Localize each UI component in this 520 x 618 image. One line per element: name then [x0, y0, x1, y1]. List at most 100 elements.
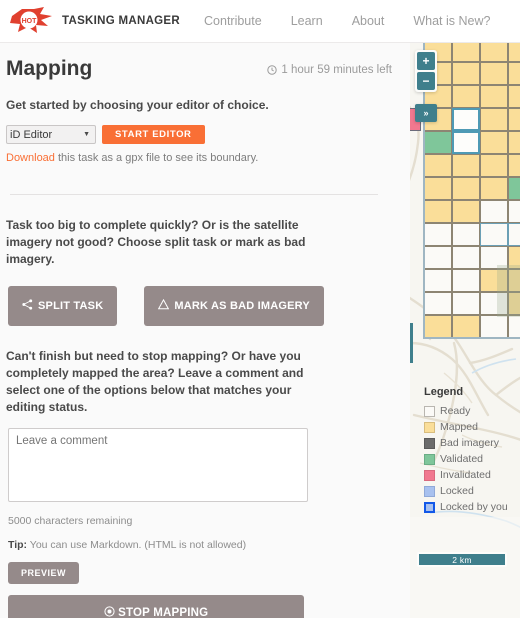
task-cell-validated[interactable] — [508, 177, 520, 200]
task-cell[interactable] — [452, 154, 480, 177]
legend-label-validated: Validated — [440, 453, 484, 465]
tip-label: Tip: — [8, 539, 28, 552]
task-cell[interactable] — [508, 246, 520, 269]
legend-swatch-locked-by-you — [424, 501, 435, 513]
task-cell-ready[interactable] — [508, 200, 520, 223]
task-cell[interactable] — [424, 200, 452, 223]
time-remaining: 1 hour 59 minutes left — [267, 64, 394, 76]
task-cell[interactable] — [508, 108, 520, 131]
preview-button[interactable]: PREVIEW — [8, 562, 80, 585]
legend-item-invalidated: Invalidated — [424, 469, 520, 481]
task-cell-ready[interactable] — [424, 223, 452, 246]
stop-circle-icon — [104, 606, 118, 618]
task-cell-ready[interactable] — [452, 223, 480, 246]
editor-select[interactable]: iD Editor ▼ — [6, 125, 96, 145]
editor-select-value: iD Editor — [10, 128, 53, 141]
map-legend: Legend Ready Mapped Bad imagery Validate… — [424, 386, 520, 517]
task-cell-ready[interactable] — [508, 223, 520, 246]
task-cell-ready[interactable] — [452, 292, 480, 315]
brand-title: TASKING MANAGER — [62, 15, 181, 27]
task-cell[interactable] — [508, 269, 520, 292]
download-gpx-link[interactable]: Download — [6, 152, 55, 164]
task-cell-ready[interactable] — [480, 292, 508, 315]
task-cell[interactable] — [452, 177, 480, 200]
app-root: HOT TASKING MANAGER Contribute Learn Abo… — [0, 0, 520, 618]
nav-link-about[interactable]: About — [352, 14, 385, 28]
task-cell[interactable] — [452, 62, 480, 85]
task-cell[interactable] — [480, 269, 508, 292]
task-cell[interactable] — [452, 85, 480, 108]
nav-link-learn[interactable]: Learn — [291, 14, 323, 28]
task-cell[interactable] — [480, 43, 508, 62]
task-cell[interactable] — [424, 154, 452, 177]
download-gpx-text: this task as a gpx file to see its bound… — [54, 152, 259, 165]
map-scale-bar: 2 km — [417, 552, 507, 567]
legend-label-locked: Locked — [440, 485, 474, 497]
task-cell[interactable] — [508, 62, 520, 85]
map-sidebar-toggle-button[interactable]: » — [415, 104, 437, 122]
task-cell-locked[interactable] — [452, 108, 480, 131]
legend-title: Legend — [424, 386, 464, 398]
legend-swatch-mapped — [424, 421, 435, 433]
task-cell[interactable] — [480, 131, 508, 154]
task-cell[interactable] — [480, 108, 508, 131]
split-section-text: Task too big to complete quickly? Or is … — [6, 218, 306, 267]
zoom-out-button[interactable]: − — [417, 72, 435, 90]
task-cell-ready[interactable] — [424, 292, 452, 315]
stop-mapping-label: STOP MAPPING — [118, 607, 209, 618]
task-cell-ready[interactable] — [480, 200, 508, 223]
task-map[interactable]: + − » Legend Ready Mapped Bad imagery Va… — [410, 43, 520, 618]
task-cell-ready[interactable] — [508, 315, 520, 338]
logo-home-link[interactable]: HOT TASKING MANAGER — [10, 6, 180, 36]
task-cell-ready[interactable] — [480, 315, 508, 338]
title-row: Mapping 1 hour 59 minutes left — [6, 57, 394, 80]
zoom-in-button[interactable]: + — [417, 52, 435, 70]
task-cell[interactable] — [452, 315, 480, 338]
task-cell[interactable] — [480, 62, 508, 85]
task-cell[interactable] — [452, 200, 480, 223]
task-cell[interactable] — [480, 85, 508, 108]
stop-mapping-button[interactable]: STOP MAPPING — [8, 595, 304, 618]
nav-link-what-is-new[interactable]: What is New? — [413, 14, 490, 28]
mark-bad-imagery-label: MARK AS BAD IMAGERY — [174, 300, 310, 313]
comment-input[interactable] — [8, 428, 308, 503]
task-cell[interactable] — [508, 43, 520, 62]
task-cell[interactable] — [508, 154, 520, 177]
legend-item-validated: Validated — [424, 453, 520, 465]
task-cell[interactable] — [508, 292, 520, 315]
task-cell[interactable] — [424, 177, 452, 200]
task-cell-locked[interactable] — [452, 131, 480, 154]
task-cell-ready[interactable] — [424, 269, 452, 292]
comment-section-text: Can't finish but need to stop mapping? O… — [6, 349, 304, 415]
nav-link-contribute[interactable]: Contribute — [204, 14, 262, 28]
task-cell-ready[interactable] — [424, 246, 452, 269]
split-task-button[interactable]: SPLIT TASK — [8, 286, 118, 327]
task-cell[interactable] — [452, 43, 480, 62]
task-cell-ready[interactable] — [480, 223, 508, 246]
editor-choice-subhead: Get started by choosing your editor of c… — [6, 98, 269, 113]
characters-remaining-label: 5000 characters remaining — [8, 515, 133, 528]
mark-bad-imagery-button[interactable]: MARK AS BAD IMAGERY — [144, 286, 324, 327]
task-cell[interactable] — [480, 154, 508, 177]
legend-label-ready: Ready — [440, 405, 471, 417]
task-cell[interactable] — [424, 315, 452, 338]
task-cell-validated[interactable] — [424, 131, 452, 154]
top-navigation-bar: HOT TASKING MANAGER Contribute Learn Abo… — [0, 0, 520, 43]
legend-label-mapped: Mapped — [440, 421, 478, 433]
legend-item-locked: Locked — [424, 485, 520, 497]
task-cell-ready[interactable] — [480, 246, 508, 269]
legend-label-invalidated: Invalidated — [440, 469, 491, 481]
legend-label-locked-by-you: Locked by you — [440, 501, 508, 513]
mapping-task-panel: Mapping 1 hour 59 minutes left Get start… — [0, 43, 410, 618]
clock-icon — [267, 65, 278, 75]
tip-text: You can use Markdown. (HTML is not allow… — [27, 539, 247, 552]
time-remaining-label: 1 hour 59 minutes left — [281, 64, 392, 76]
task-cell[interactable] — [508, 131, 520, 154]
task-cell-ready[interactable] — [452, 246, 480, 269]
task-cell[interactable] — [508, 85, 520, 108]
task-cell[interactable] — [480, 177, 508, 200]
task-cell-ready[interactable] — [452, 269, 480, 292]
start-editor-button[interactable]: START EDITOR — [102, 125, 205, 145]
share-nodes-icon — [22, 299, 33, 313]
split-button-row: SPLIT TASK MARK AS BAD IMAGERY — [6, 286, 394, 327]
